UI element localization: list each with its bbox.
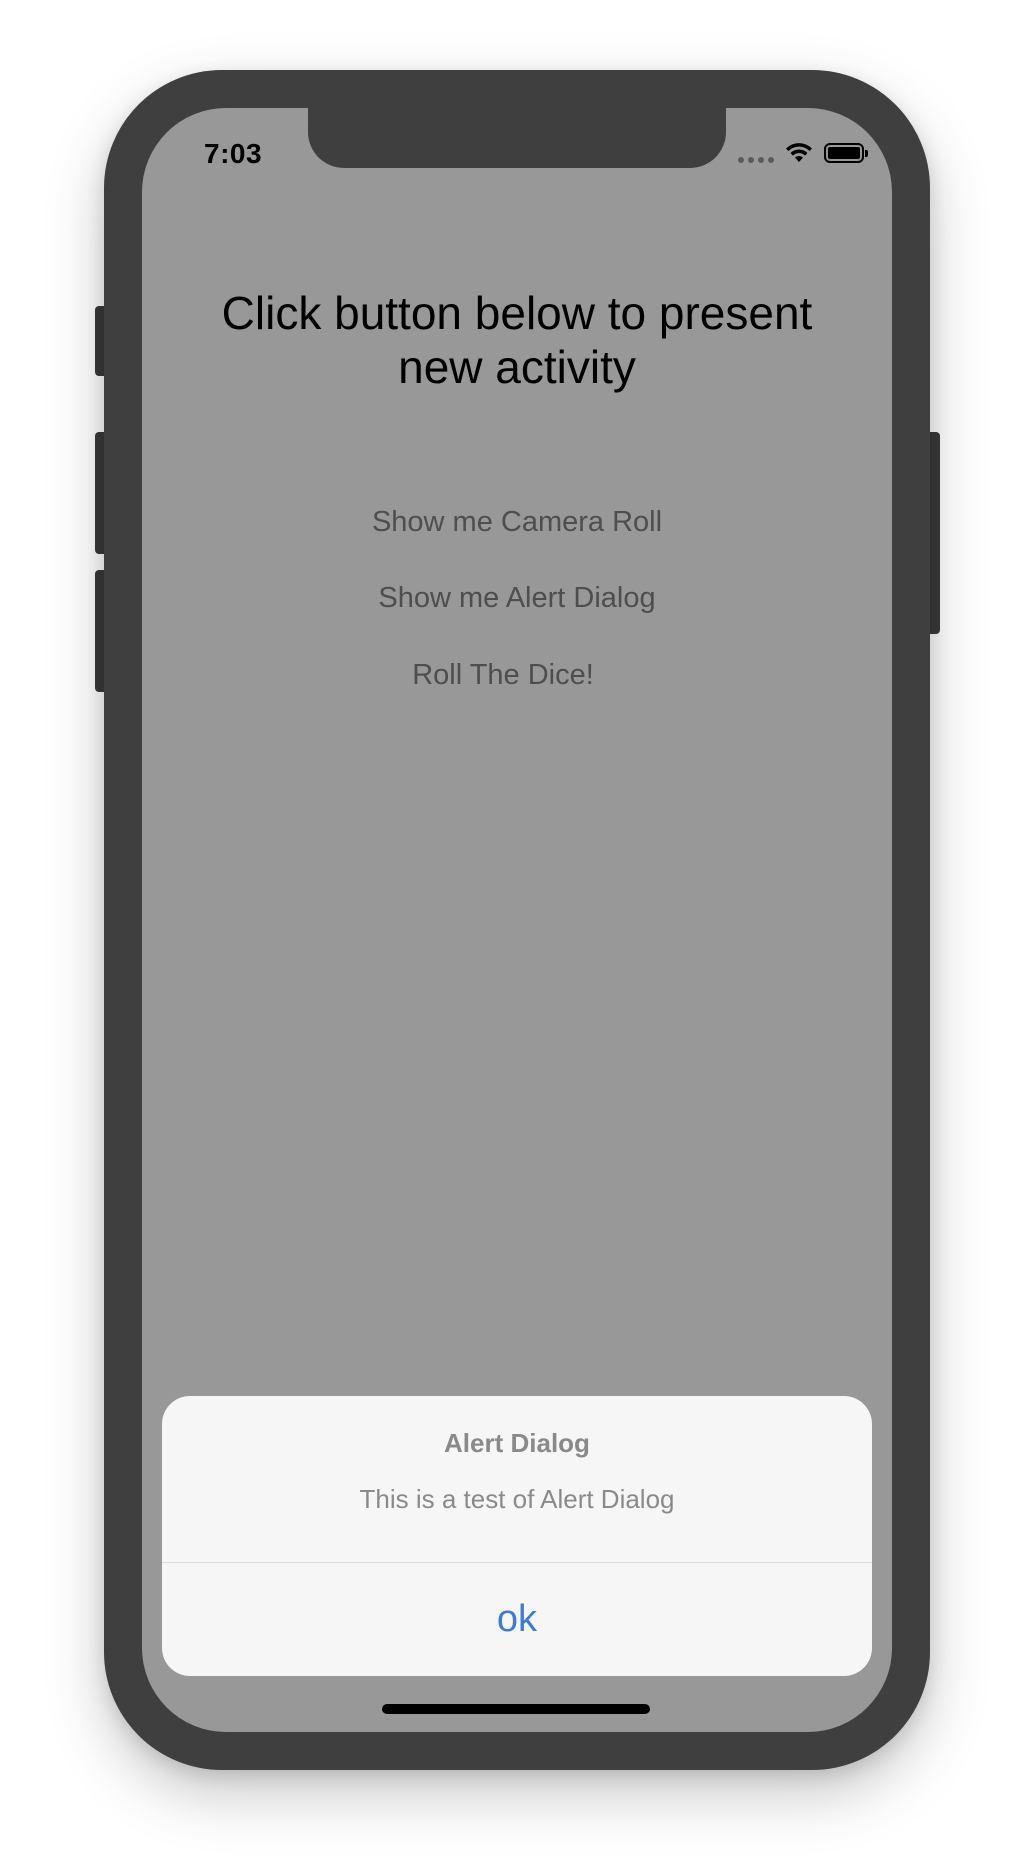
cellular-signal-icon (738, 143, 774, 163)
show-alert-dialog-button[interactable]: Show me Alert Dialog (142, 582, 892, 615)
notch (308, 108, 726, 168)
status-time: 7:03 (204, 138, 263, 169)
home-indicator[interactable] (382, 1704, 650, 1714)
phone-screen: 7:03 Click button below to present new a… (142, 108, 892, 1732)
roll-the-dice-button[interactable]: Roll The Dice! (142, 659, 878, 692)
battery-icon (824, 143, 868, 163)
alert-message: This is a test of Alert Dialog (359, 1484, 675, 1514)
show-camera-roll-button[interactable]: Show me Camera Roll (142, 506, 892, 539)
alert-title: Alert Dialog (444, 1428, 590, 1458)
alert-dialog: Alert Dialog This is a test of Alert Dia… (162, 1396, 872, 1676)
wifi-icon (786, 143, 812, 162)
alert-ok-button[interactable]: ok (162, 1563, 872, 1676)
status-icons (738, 140, 868, 166)
page-title: Click button below to present new activi… (221, 287, 813, 393)
simulator-stage: 7:03 Click button below to present new a… (0, 0, 1034, 1872)
phone-frame: 7:03 Click button below to present new a… (104, 70, 930, 1770)
